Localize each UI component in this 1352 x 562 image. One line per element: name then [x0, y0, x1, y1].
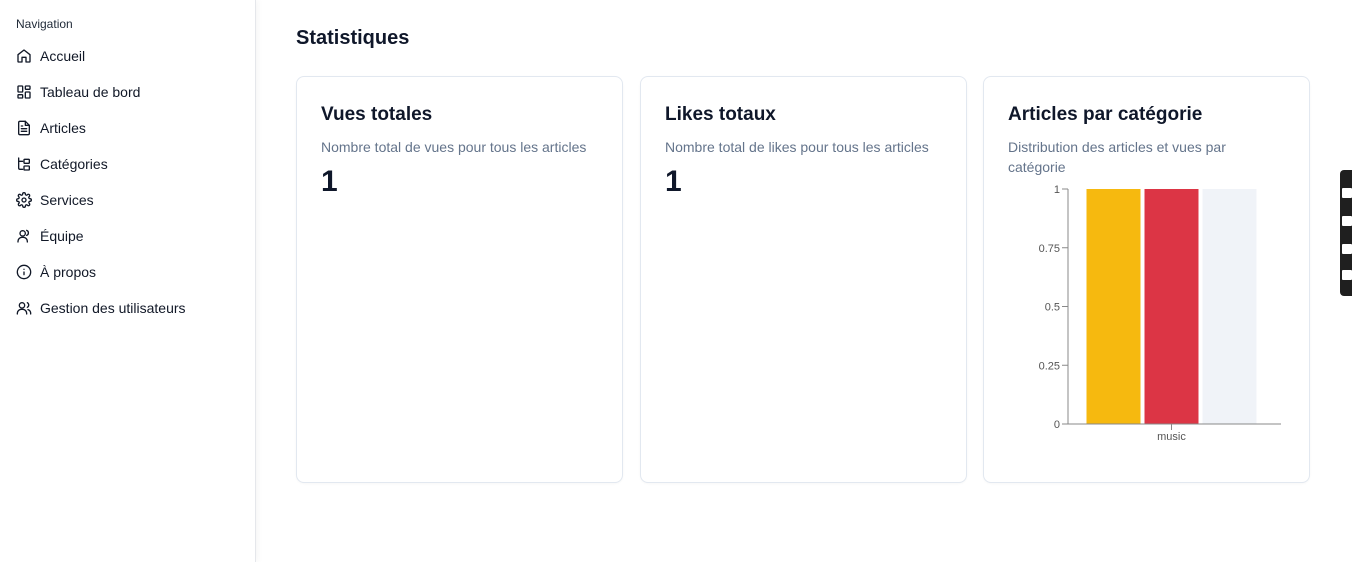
card-title: Vues totales [321, 104, 433, 125]
card-description: Nombre total de likes pour tous les arti… [665, 139, 929, 155]
dashboard-icon [16, 84, 32, 100]
tool-icon[interactable] [1342, 216, 1352, 226]
sidebar-item-label: Catégories [40, 156, 108, 172]
users-icon [16, 300, 32, 316]
page-title: Statistiques [296, 27, 410, 49]
sidebar-item-equipe[interactable]: Équipe [8, 220, 248, 252]
card-value: 1 [665, 165, 682, 198]
sidebar-item-categories[interactable]: Catégories [8, 148, 248, 180]
card-description: Nombre total de vues pour tous les artic… [321, 139, 587, 155]
sidebar-item-label: Services [40, 192, 94, 208]
nav-heading: Navigation [16, 17, 73, 31]
sidebar-item-tableau-de-bord[interactable]: Tableau de bord [8, 76, 248, 108]
sidebar-item-accueil[interactable]: Accueil [8, 40, 248, 72]
bar [1144, 189, 1199, 424]
file-text-icon [16, 120, 32, 136]
y-tick-label: 0.5 [1045, 302, 1060, 314]
floating-toolbar[interactable] [1340, 170, 1352, 296]
sidebar-item-articles[interactable]: Articles [8, 112, 248, 144]
bar [1202, 189, 1257, 424]
sidebar-item-label: Tableau de bord [40, 84, 141, 100]
stat-card-likes: Likes totaux Nombre total de likes pour … [640, 76, 967, 483]
stat-card-vues: Vues totales Nombre total de vues pour t… [296, 76, 623, 483]
sidebar-item-label: À propos [40, 264, 97, 280]
sidebar-item-gestion-utilisateurs[interactable]: Gestion des utilisateurs [8, 292, 248, 324]
card-value: 1 [321, 165, 338, 198]
tool-icon[interactable] [1342, 188, 1352, 198]
tool-icon[interactable] [1342, 244, 1352, 254]
sidebar-item-label: Articles [40, 120, 86, 136]
sidebar-item-a-propos[interactable]: À propos [8, 256, 248, 288]
y-tick-label: 1 [1054, 184, 1060, 196]
sidebar-item-services[interactable]: Services [8, 184, 248, 216]
sidebar-item-label: Gestion des utilisateurs [40, 300, 186, 316]
info-icon [16, 264, 32, 280]
x-tick-label: music [1157, 431, 1186, 443]
bar [1086, 189, 1141, 424]
user-icon [16, 228, 32, 244]
gear-icon [16, 192, 32, 208]
tree-icon [16, 156, 32, 172]
home-icon [16, 48, 32, 64]
nav-list: Accueil Tableau de bord Articles Catégor… [8, 40, 248, 328]
y-tick-label: 0 [1054, 419, 1060, 431]
chart-card-categories: Articles par catégorie Distribution des … [983, 76, 1310, 483]
tool-icon[interactable] [1342, 270, 1352, 280]
y-tick-label: 0.75 [1039, 243, 1060, 255]
card-title: Likes totaux [665, 104, 776, 125]
y-tick-label: 0.25 [1039, 360, 1060, 372]
sidebar: Navigation Accueil Tableau de bord Artic… [0, 0, 256, 562]
sidebar-item-label: Équipe [40, 228, 84, 244]
sidebar-item-label: Accueil [40, 48, 86, 64]
bar-chart: music 0 0.25 0.5 0.75 1 [1039, 184, 1281, 443]
